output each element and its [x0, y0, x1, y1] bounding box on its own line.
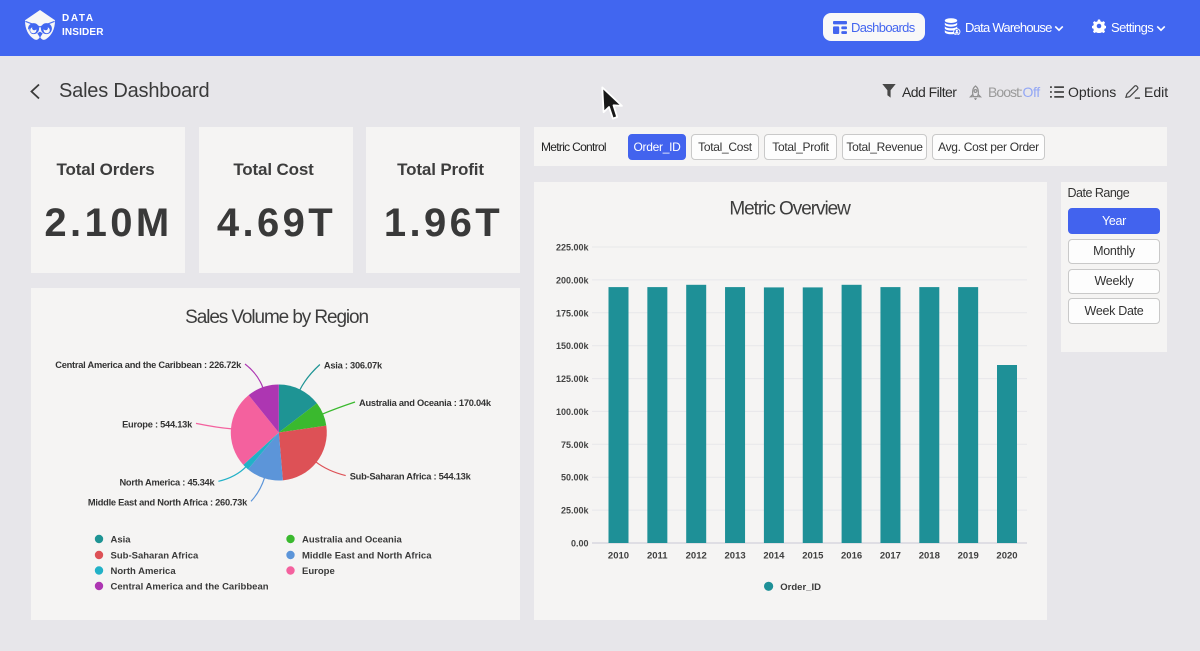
svg-text:Europe : 544.13k: Europe : 544.13k [122, 419, 193, 429]
svg-text:2015: 2015 [802, 551, 824, 562]
svg-text:2016: 2016 [841, 551, 862, 562]
svg-text:2020: 2020 [996, 551, 1017, 562]
svg-text:50.00k: 50.00k [561, 473, 590, 483]
svg-text:Middle East and North Africa: Middle East and North Africa [302, 551, 432, 562]
svg-text:2011: 2011 [647, 551, 668, 562]
svg-text:Middle East and North Africa :: Middle East and North Africa : 260.73k [88, 497, 248, 507]
svg-text:25.00k: 25.00k [561, 506, 590, 516]
svg-text:75.00k: 75.00k [561, 440, 590, 450]
svg-text:150.00k: 150.00k [556, 341, 590, 351]
svg-text:Sales Volume by Region: Sales Volume by Region [185, 307, 368, 328]
svg-text:2018: 2018 [919, 551, 940, 562]
svg-text:Australia and Oceania: Australia and Oceania [302, 535, 403, 546]
svg-text:2010: 2010 [608, 551, 629, 562]
svg-text:Sub-Saharan Africa : 544.13k: Sub-Saharan Africa : 544.13k [350, 472, 472, 482]
svg-text:Metric Overview: Metric Overview [729, 199, 851, 220]
svg-text:2019: 2019 [958, 551, 979, 562]
svg-text:225.00k: 225.00k [556, 243, 590, 253]
svg-text:200.00k: 200.00k [556, 275, 590, 285]
svg-text:100.00k: 100.00k [556, 407, 590, 417]
svg-text:125.00k: 125.00k [556, 374, 590, 384]
svg-text:175.00k: 175.00k [556, 308, 590, 318]
svg-text:Central America and the Caribb: Central America and the Caribbean [111, 582, 269, 593]
svg-text:2013: 2013 [725, 551, 746, 562]
svg-text:2014: 2014 [763, 551, 785, 562]
svg-text:Sub-Saharan Africa: Sub-Saharan Africa [111, 551, 200, 562]
svg-text:Asia: Asia [111, 535, 132, 546]
svg-text:2017: 2017 [880, 551, 901, 562]
svg-text:Australia and Oceania : 170.04: Australia and Oceania : 170.04k [359, 398, 492, 408]
svg-text:Central America and the Caribb: Central America and the Caribbean : 226.… [55, 360, 242, 370]
svg-text:Order_ID: Order_ID [780, 582, 821, 593]
svg-text:Asia : 306.07k: Asia : 306.07k [324, 361, 383, 371]
svg-text:2012: 2012 [686, 551, 707, 562]
svg-text:Europe: Europe [302, 566, 335, 577]
svg-text:0.00: 0.00 [571, 539, 589, 549]
svg-text:North America: North America [111, 566, 177, 577]
svg-text:North America : 45.34k: North America : 45.34k [119, 477, 215, 487]
